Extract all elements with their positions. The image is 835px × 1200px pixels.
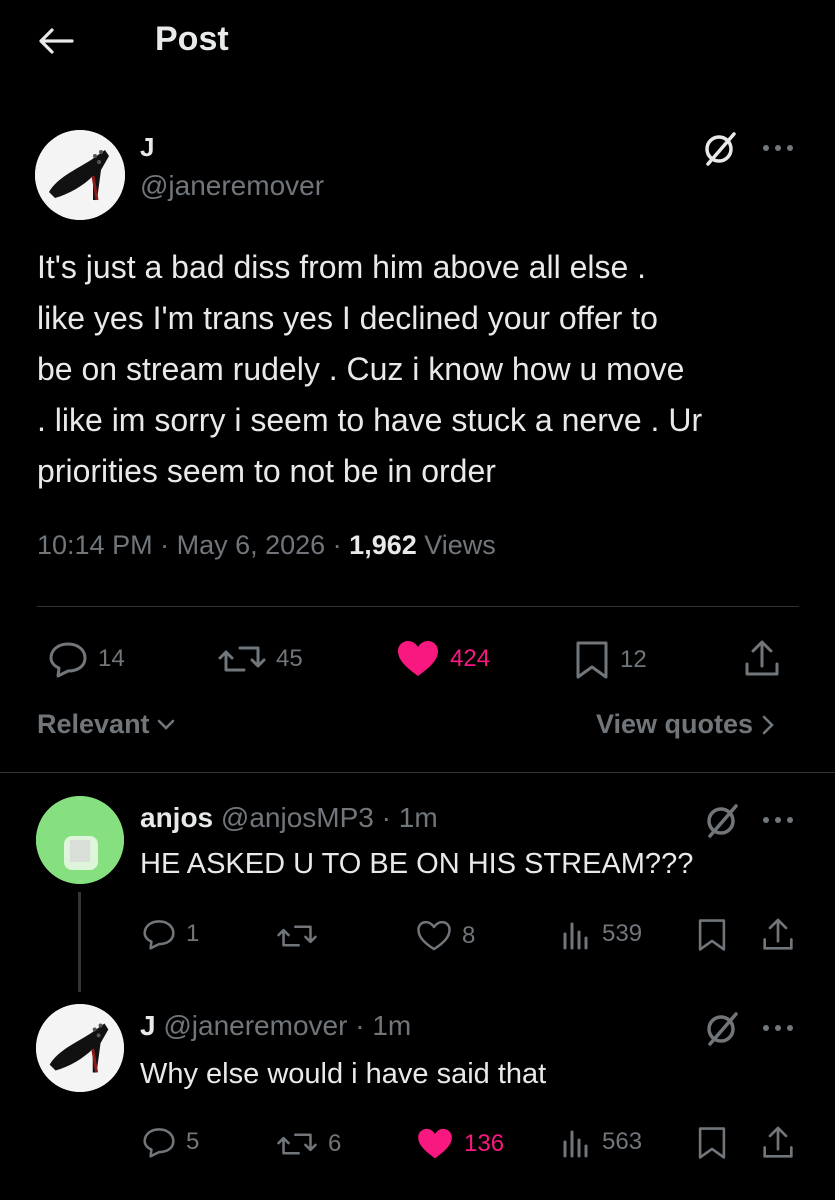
grok-icon bbox=[707, 1012, 738, 1046]
more-button[interactable] bbox=[760, 810, 796, 830]
back-arrow-icon bbox=[39, 28, 74, 54]
grok-icon bbox=[705, 132, 736, 166]
reply-button[interactable]: 14 bbox=[48, 640, 125, 678]
chevron-down-icon bbox=[157, 719, 174, 730]
repost-count: 45 bbox=[276, 645, 303, 672]
reply-count: 14 bbox=[98, 645, 125, 672]
like-count: 136 bbox=[464, 1130, 505, 1157]
reply-author-name[interactable]: anjos bbox=[140, 802, 213, 833]
reply-header: J @janeremover · 1m bbox=[140, 1010, 412, 1041]
page-title: Post bbox=[155, 20, 229, 58]
views-icon bbox=[563, 922, 588, 950]
avatar-heel-icon bbox=[35, 130, 125, 220]
grok-button[interactable] bbox=[702, 800, 742, 840]
bookmark-count: 12 bbox=[620, 646, 647, 673]
post-date: May 6, 2026 bbox=[176, 530, 326, 560]
reply-button[interactable]: 1 bbox=[142, 918, 199, 950]
avatar-image bbox=[36, 796, 124, 884]
share-button[interactable] bbox=[762, 918, 794, 952]
post-meta: 10:14 PM · May 6, 2026 · 1,962 Views bbox=[37, 530, 496, 560]
divider bbox=[37, 606, 799, 607]
views-count: 539 bbox=[602, 920, 643, 947]
reply-icon bbox=[143, 1128, 175, 1158]
repost-button[interactable]: 45 bbox=[218, 640, 303, 678]
repost-icon bbox=[218, 646, 266, 672]
views-count: 1,962 bbox=[349, 530, 417, 560]
grok-icon bbox=[707, 804, 738, 838]
view-quotes-link[interactable]: View quotes bbox=[596, 709, 775, 740]
repost-button[interactable] bbox=[276, 920, 328, 952]
views-icon bbox=[563, 1130, 588, 1158]
like-button[interactable]: 136 bbox=[416, 1128, 504, 1160]
reply-author-handle[interactable]: @anjosMP3 bbox=[221, 802, 374, 833]
reply-count: 1 bbox=[186, 920, 200, 947]
reply-text: Why else would i have said that bbox=[140, 1058, 547, 1090]
share-icon bbox=[745, 640, 779, 676]
reply-text: HE ASKED U TO BE ON HIS STREAM??? bbox=[140, 848, 694, 880]
post-time: 10:14 PM bbox=[37, 530, 153, 560]
repost-button[interactable]: 6 bbox=[276, 1128, 341, 1160]
share-button[interactable] bbox=[762, 1126, 794, 1160]
sort-dropdown[interactable]: Relevant bbox=[37, 709, 176, 740]
bookmark-button[interactable] bbox=[696, 918, 728, 952]
more-icon bbox=[763, 817, 793, 823]
reply-header: anjos @anjosMP3 · 1m bbox=[140, 802, 438, 833]
reply-button[interactable]: 5 bbox=[142, 1126, 199, 1158]
avatar[interactable] bbox=[36, 796, 124, 884]
reply-icon bbox=[143, 920, 175, 950]
reply-author-handle[interactable]: @janeremover bbox=[163, 1010, 347, 1041]
like-button[interactable]: 8 bbox=[416, 920, 475, 952]
bookmark-button[interactable]: 12 bbox=[574, 640, 647, 680]
heart-icon bbox=[398, 641, 438, 676]
post-text: It's just a bad diss from him above all … bbox=[37, 249, 703, 489]
repost-icon bbox=[277, 1133, 317, 1155]
views-count: 563 bbox=[602, 1128, 643, 1155]
views-label: Views bbox=[424, 530, 496, 560]
heart-icon bbox=[418, 1128, 452, 1159]
share-icon bbox=[763, 1126, 793, 1158]
reply-icon bbox=[49, 642, 87, 678]
bookmark-button[interactable] bbox=[696, 1126, 728, 1160]
like-button[interactable]: 424 bbox=[396, 640, 490, 678]
grok-button[interactable] bbox=[702, 1008, 742, 1048]
share-icon bbox=[763, 918, 793, 950]
repost-count: 6 bbox=[328, 1130, 342, 1157]
reply-time: 1m bbox=[372, 1010, 412, 1041]
more-button[interactable] bbox=[760, 1018, 796, 1038]
grok-button[interactable] bbox=[700, 128, 740, 168]
chevron-right-icon bbox=[762, 715, 774, 734]
author-handle[interactable]: @janeremover bbox=[140, 170, 324, 202]
more-icon bbox=[763, 1025, 793, 1031]
like-count: 8 bbox=[462, 922, 476, 949]
like-count: 424 bbox=[450, 645, 491, 672]
author-name[interactable]: J bbox=[140, 132, 154, 163]
reply-author-name[interactable]: J bbox=[140, 1010, 156, 1041]
divider bbox=[0, 772, 835, 773]
thread-line bbox=[78, 892, 81, 992]
avatar-heel-icon bbox=[36, 1004, 124, 1092]
avatar[interactable] bbox=[35, 130, 125, 220]
bookmark-icon bbox=[698, 1127, 726, 1159]
avatar[interactable] bbox=[36, 1004, 124, 1092]
reply-time: 1m bbox=[398, 802, 438, 833]
share-button[interactable] bbox=[744, 640, 780, 678]
back-button[interactable] bbox=[36, 24, 76, 58]
more-icon bbox=[763, 145, 793, 151]
repost-icon bbox=[277, 925, 317, 947]
bookmark-icon bbox=[698, 919, 726, 951]
more-button[interactable] bbox=[760, 138, 796, 158]
sort-label: Relevant bbox=[37, 709, 150, 739]
view-quotes-label: View quotes bbox=[596, 709, 754, 739]
views-button[interactable]: 563 bbox=[560, 1126, 642, 1158]
views-button[interactable]: 539 bbox=[560, 918, 642, 950]
heart-icon bbox=[417, 920, 451, 951]
reply-count: 5 bbox=[186, 1128, 200, 1155]
bookmark-icon bbox=[576, 641, 608, 679]
